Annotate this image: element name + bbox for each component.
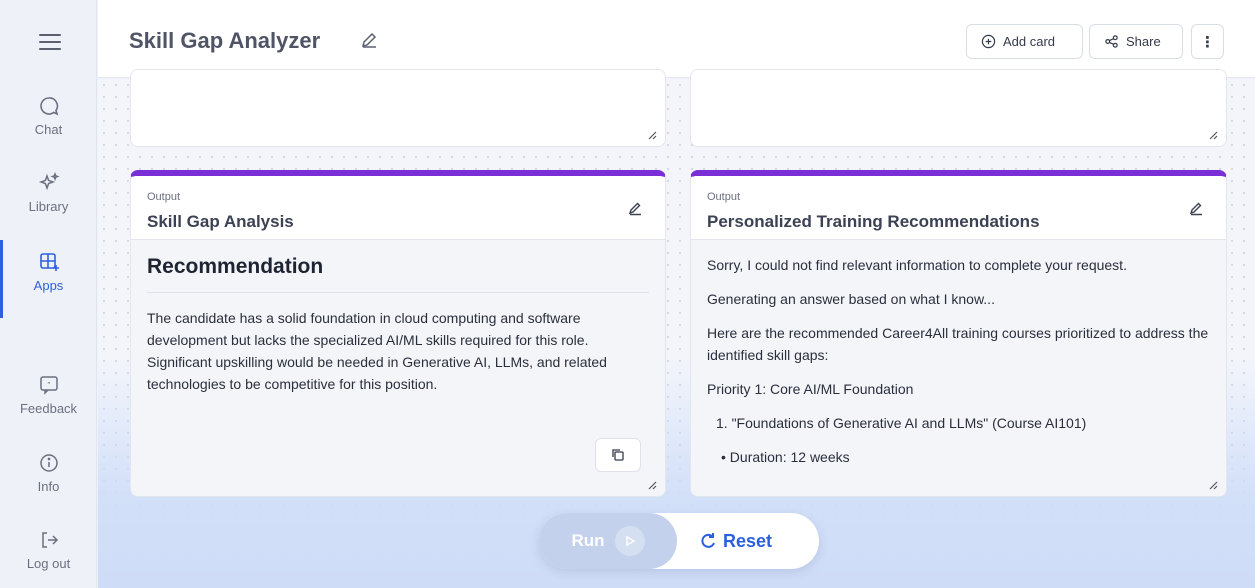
sidebar-item-label: Apps <box>33 278 64 293</box>
resize-handle-icon[interactable] <box>647 480 657 490</box>
card-title: Personalized Training Recommendations <box>707 212 1040 231</box>
app-header: Skill Gap Analyzer Add card Share ⋮ <box>98 0 1255 78</box>
feedback-icon: ” <box>39 376 58 395</box>
response-line: Priority 1: Core AI/ML Foundation <box>707 381 914 397</box>
info-icon <box>39 454 58 472</box>
chat-bubble-icon <box>39 97 58 116</box>
hamburger-menu-icon[interactable] <box>39 34 61 50</box>
card-header: Output Skill Gap Analysis <box>131 176 665 240</box>
pencil-icon[interactable] <box>627 200 643 216</box>
svg-text:”: ” <box>47 381 51 389</box>
card-content: Recommendation The candidate has a solid… <box>131 240 665 496</box>
more-vertical-icon: ⋮ <box>1200 33 1215 51</box>
sidebar-item-chat[interactable]: Chat <box>0 94 97 137</box>
card-kind-label: Output <box>147 191 181 203</box>
share-label: Share <box>1126 34 1161 49</box>
card-kind-label: Output <box>707 191 741 203</box>
input-card-right[interactable] <box>690 69 1227 147</box>
run-label: Run <box>571 531 605 550</box>
sidebar: Chat Library Apps ” Feedback Info Log ou… <box>0 0 97 588</box>
course-item: 1. "Foundations of Generative AI and LLM… <box>716 415 1087 431</box>
sidebar-item-label: Log out <box>26 556 71 571</box>
run-button[interactable]: Run <box>539 513 677 569</box>
sidebar-item-label: Library <box>28 199 69 214</box>
add-card-label: Add card <box>1003 34 1056 49</box>
page-title: Skill Gap Analyzer <box>129 28 321 53</box>
output-card-skill-gap: Output Skill Gap Analysis Recommendation… <box>130 170 666 497</box>
sidebar-item-logout[interactable]: Log out <box>0 528 97 571</box>
recommendation-text: The candidate has a solid foundation in … <box>147 310 607 392</box>
response-line: Generating an answer based on what I kno… <box>707 291 995 307</box>
card-content: Sorry, I could not find relevant informa… <box>691 240 1226 496</box>
sidebar-item-label: Info <box>37 479 60 494</box>
sidebar-item-feedback[interactable]: ” Feedback <box>0 373 97 416</box>
reset-label: Reset <box>723 530 773 551</box>
pencil-icon[interactable] <box>1188 200 1204 216</box>
course-detail: • Duration: 12 weeks <box>721 449 850 465</box>
card-canvas: Output Skill Gap Analysis Recommendation… <box>98 69 1255 588</box>
logout-icon <box>41 532 58 548</box>
card-header: Output Personalized Training Recommendat… <box>691 176 1226 240</box>
response-line: Here are the recommended Career4All trai… <box>707 325 1209 363</box>
recommendation-heading: Recommendation <box>147 254 649 293</box>
pencil-icon[interactable] <box>359 30 379 50</box>
copy-button[interactable] <box>595 438 641 472</box>
sparkles-icon <box>38 171 60 191</box>
plus-circle-icon <box>981 34 996 49</box>
resize-handle-icon[interactable] <box>1208 130 1218 140</box>
add-card-button[interactable]: Add card <box>966 24 1083 59</box>
response-line: Sorry, I could not find relevant informa… <box>707 257 1127 273</box>
sidebar-item-label: Chat <box>34 122 63 137</box>
apps-grid-icon <box>39 253 59 271</box>
sidebar-item-label: Feedback <box>19 401 78 416</box>
share-icon <box>1105 35 1118 48</box>
refresh-icon <box>701 533 715 548</box>
copy-icon <box>612 449 624 461</box>
sidebar-item-library[interactable]: Library <box>0 171 97 214</box>
card-title: Skill Gap Analysis <box>147 212 294 231</box>
sidebar-item-apps[interactable]: Apps <box>0 240 97 318</box>
more-options-button[interactable]: ⋮ <box>1191 24 1224 59</box>
run-controls: Run Reset <box>539 513 819 569</box>
share-button[interactable]: Share <box>1089 24 1183 59</box>
sidebar-item-info[interactable]: Info <box>0 451 97 494</box>
input-card-left[interactable] <box>130 69 666 147</box>
output-card-training: Output Personalized Training Recommendat… <box>690 170 1227 497</box>
resize-handle-icon[interactable] <box>647 130 657 140</box>
play-icon <box>614 526 645 556</box>
resize-handle-icon[interactable] <box>1208 480 1218 490</box>
reset-button[interactable]: Reset <box>699 513 772 569</box>
